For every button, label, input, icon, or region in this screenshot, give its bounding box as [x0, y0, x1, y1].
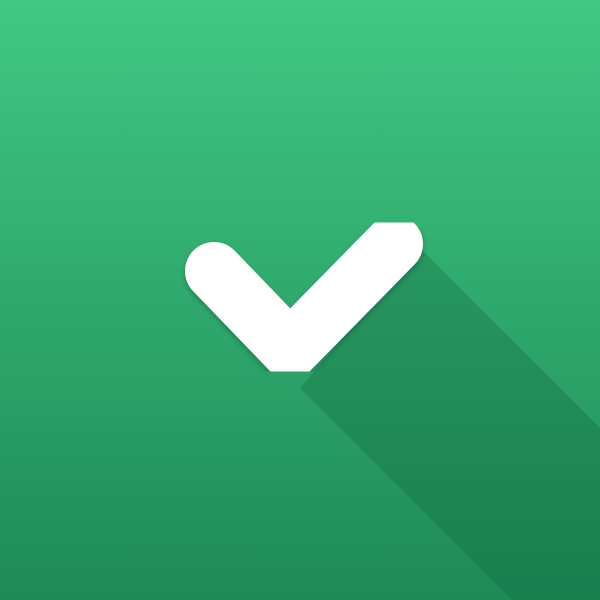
app-icon-tile [0, 0, 600, 600]
checkmark-icon [0, 0, 600, 600]
